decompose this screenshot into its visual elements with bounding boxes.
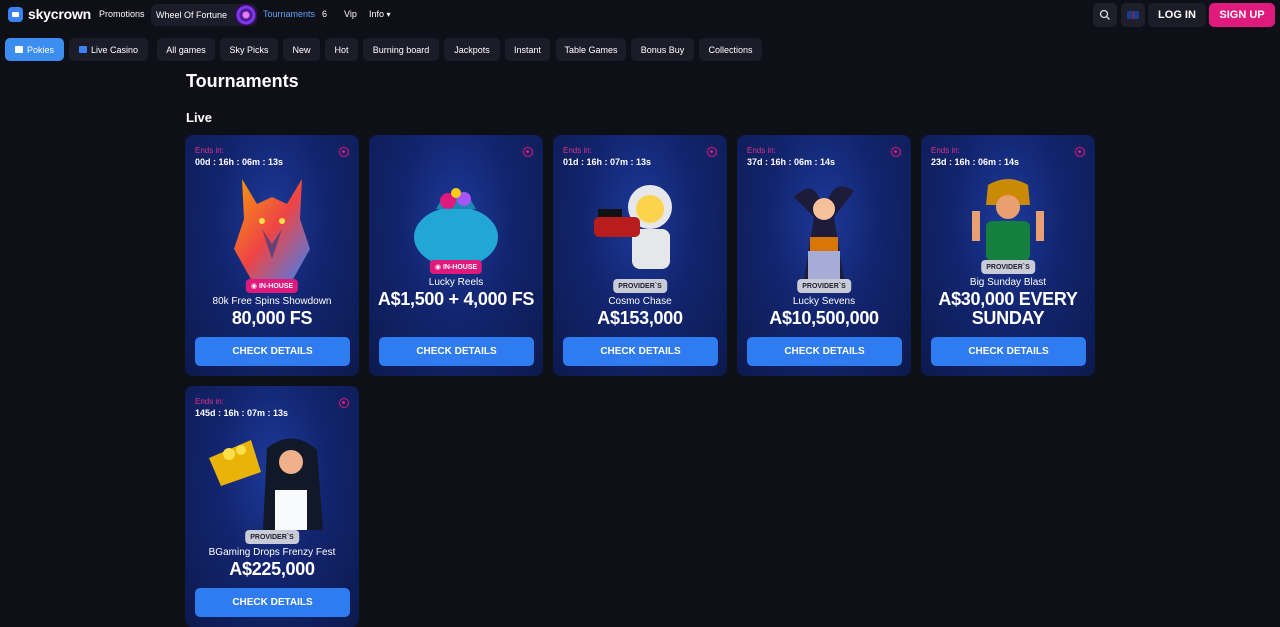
gamepad-icon: ◉	[250, 283, 257, 290]
category-bonus-buy[interactable]: Bonus Buy	[631, 38, 694, 61]
tournament-name: Cosmo Chase	[608, 296, 672, 307]
tournament-prize: A$30,000 EVERY SUNDAY	[938, 289, 1078, 328]
wheel-icon	[235, 4, 257, 26]
pharaoh-queen-illustration	[972, 179, 1044, 261]
live-indicator-icon	[891, 147, 901, 157]
category-new[interactable]: New	[283, 38, 320, 61]
category-jackpots[interactable]: Jackpots	[444, 38, 500, 61]
tournament-prize: A$153,000	[597, 308, 683, 328]
tournament-prize: A$10,500,000	[769, 308, 879, 328]
category-collections[interactable]: Collections	[699, 38, 762, 61]
countdown-timer: 145d : 16h : 07m : 13s	[195, 408, 289, 418]
category-instant[interactable]: Instant	[505, 38, 550, 61]
tournament-name: Lucky Sevens	[792, 296, 856, 307]
live-indicator-icon	[523, 147, 533, 157]
section-title-live: Live	[186, 110, 213, 125]
ends-in-label: Ends in:	[747, 146, 776, 155]
top-header: skycrown Promotions Wheel Of Fortune Tou…	[0, 0, 1280, 30]
tournament-type-badge: ◉ IN-HOUSE	[245, 279, 299, 293]
ends-in-label: Ends in:	[563, 146, 592, 155]
check-details-button[interactable]: CHECK DETAILS	[195, 588, 350, 617]
tournament-name: BGaming Drops Frenzy Fest	[208, 547, 336, 558]
check-details-button[interactable]: CHECK DETAILS	[931, 337, 1086, 366]
tournament-prize: A$1,500 + 4,000 FS	[377, 289, 535, 309]
search-icon	[1099, 9, 1110, 20]
tournament-type-badge: PROVIDER`S	[981, 260, 1035, 274]
tournament-type-badge: PROVIDER`S	[797, 279, 851, 293]
category-all-games[interactable]: All games	[157, 38, 215, 61]
tab-live-casino[interactable]: Live Casino	[69, 38, 148, 61]
ends-in-label: Ends in:	[931, 146, 960, 155]
countdown-timer: 01d : 16h : 07m : 13s	[563, 157, 652, 167]
chevron-down-icon: ▾	[386, 10, 391, 19]
tournament-name: 80k Free Spins Showdown	[212, 296, 332, 307]
nav-promotions[interactable]: Promotions	[99, 9, 145, 19]
tournament-card[interactable]: Ends in: 145d : 16h : 07m : 13s PROVIDER…	[185, 386, 359, 627]
nav-info-label: Info	[369, 9, 385, 19]
logo[interactable]: skycrown	[8, 6, 91, 22]
tab-live-casino-label: Live Casino	[90, 44, 139, 55]
gamepad-icon: ◉	[434, 264, 441, 271]
tournament-type-badge: PROVIDER`S	[245, 530, 299, 544]
tournament-card[interactable]: Ends in: 01d : 16h : 07m : 13s PROVIDER`…	[553, 135, 727, 376]
login-button[interactable]: LOG IN	[1148, 3, 1206, 27]
tournament-name: Big Sunday Blast	[969, 277, 1047, 288]
search-button[interactable]	[1093, 3, 1117, 27]
pokies-icon	[14, 46, 23, 53]
category-hot[interactable]: Hot	[325, 38, 358, 61]
badge-label: IN-HOUSE	[442, 263, 478, 271]
tournament-card[interactable]: Ends in: 37d : 16h : 06m : 14s PROVIDER`…	[737, 135, 911, 376]
live-indicator-icon	[339, 147, 349, 157]
tournaments-count: 6	[322, 9, 328, 19]
nav-vip[interactable]: Vip	[344, 9, 357, 19]
check-details-button[interactable]: CHECK DETAILS	[379, 337, 534, 366]
crown-icon	[8, 6, 23, 22]
dancer-illustration	[794, 186, 854, 279]
check-details-button[interactable]: CHECK DETAILS	[195, 337, 350, 366]
countdown-timer: 37d : 16h : 06m : 14s	[747, 157, 836, 167]
category-table-games[interactable]: Table Games	[556, 38, 626, 61]
money-bag-illustration	[414, 188, 498, 267]
tournament-card[interactable]: Ends in: 00d : 16h : 06m : 13s ◉ IN-HOUS…	[185, 135, 359, 376]
ends-in-label: Ends in:	[195, 146, 224, 155]
live-indicator-icon	[707, 147, 717, 157]
live-casino-icon	[78, 46, 87, 53]
wolf-illustration	[234, 179, 310, 281]
countdown-timer: 00d : 16h : 06m : 13s	[195, 157, 284, 167]
countdown-timer: 23d : 16h : 06m : 14s	[931, 157, 1020, 167]
nav-wheel-label: Wheel Of Fortune	[156, 10, 228, 20]
language-button[interactable]	[1121, 3, 1145, 27]
astronaut-illustration	[594, 185, 672, 269]
ends-in-label: Ends in:	[195, 397, 224, 406]
tournament-prize: A$225,000	[229, 559, 315, 579]
tournament-type-badge: ◉ IN-HOUSE	[429, 260, 483, 274]
category-burning-board[interactable]: Burning board	[363, 38, 439, 61]
check-details-button[interactable]: CHECK DETAILS	[563, 337, 718, 366]
tournament-type-badge: PROVIDER`S	[613, 279, 667, 293]
logo-text: skycrown	[28, 6, 91, 22]
goddess-illustration	[209, 438, 323, 530]
category-sky-picks[interactable]: Sky Picks	[220, 38, 278, 61]
tournament-prize: 80,000 FS	[231, 308, 313, 328]
live-indicator-icon	[1075, 147, 1085, 157]
badge-label: IN-HOUSE	[258, 282, 294, 290]
flag-icon	[1127, 11, 1139, 19]
tab-pokies-label: Pokies	[26, 44, 54, 55]
tournament-card[interactable]: Ends in: 23d : 16h : 06m : 14s PROVIDER`…	[921, 135, 1095, 376]
tab-pokies[interactable]: Pokies	[5, 38, 64, 61]
live-indicator-icon	[339, 398, 349, 408]
signup-button[interactable]: SIGN UP	[1209, 3, 1275, 27]
nav-tournaments[interactable]: Tournaments	[263, 9, 315, 19]
tournament-card[interactable]: ◉ IN-HOUSE Lucky Reels A$1,500 + 4,000 F…	[369, 135, 543, 376]
nav-info[interactable]: Info ▾	[369, 9, 391, 19]
tournament-name: Lucky Reels	[428, 277, 484, 288]
nav-wheel-of-fortune[interactable]: Wheel Of Fortune	[151, 4, 257, 26]
check-details-button[interactable]: CHECK DETAILS	[747, 337, 902, 366]
page-title: Tournaments	[186, 71, 299, 91]
